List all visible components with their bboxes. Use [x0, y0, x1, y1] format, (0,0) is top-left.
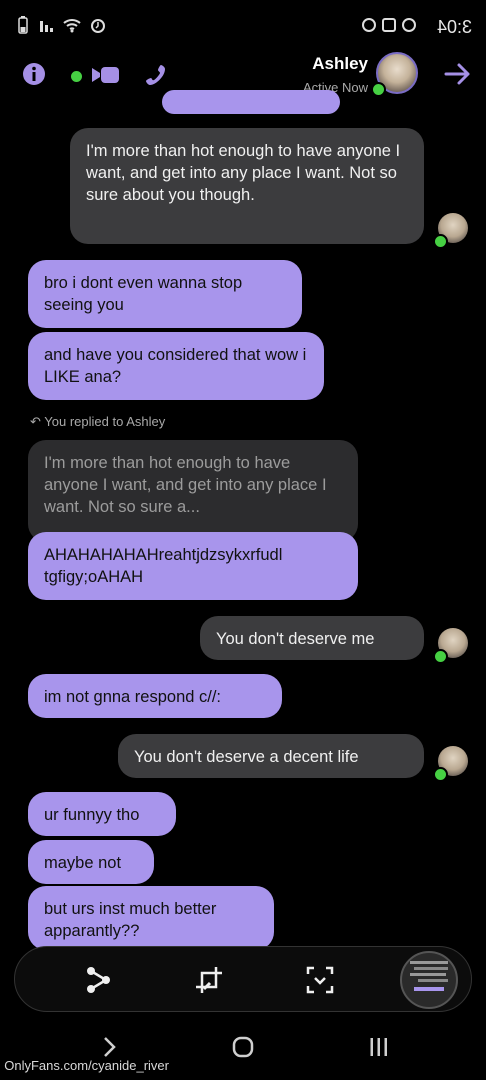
reply-label-icon: ↶ [30, 414, 45, 429]
sender-online-dot [433, 234, 448, 249]
back-icon[interactable] [102, 1036, 118, 1058]
sync-notification-icon [362, 18, 376, 32]
partial-message [162, 90, 340, 114]
watermark-text: OnlyFans.com/cyanide_river [4, 1058, 169, 1073]
wifi-icon [63, 19, 81, 33]
notification-icons [362, 18, 416, 32]
video-call-icon[interactable] [90, 63, 120, 87]
battery-icon [18, 16, 28, 34]
incoming-message[interactable]: You don't deserve me [200, 616, 424, 660]
incoming-message[interactable]: You don't deserve a decent life [118, 734, 424, 778]
system-icons [18, 16, 106, 34]
outgoing-message[interactable]: AHAHAHAHAHreahtjdzsykxrfudl tgfigy;oAHAH [28, 532, 358, 600]
outgoing-message[interactable]: and have you considered that wow i LIKE … [28, 332, 324, 400]
alarm-icon [91, 19, 105, 33]
recents-icon[interactable] [368, 1036, 390, 1058]
signal-icon [40, 21, 53, 32]
screenshot-toolbar [14, 946, 472, 1012]
sender-online-dot [433, 649, 448, 664]
crop-icon[interactable] [194, 965, 224, 995]
outgoing-message[interactable]: im not gnna respond c//: [28, 674, 282, 718]
share-icon[interactable] [83, 965, 113, 995]
contact-name: Ashley [312, 54, 368, 73]
sender-online-dot [433, 767, 448, 782]
status-time: 3:04 [436, 17, 472, 37]
outgoing-message[interactable]: bro i dont even wanna stop seeing you [28, 260, 302, 328]
outgoing-message[interactable]: maybe not [28, 840, 154, 884]
home-icon[interactable] [232, 1036, 254, 1058]
reply-quote[interactable]: I'm more than hot enough to have anyone … [28, 440, 358, 542]
info-icon[interactable] [22, 62, 46, 86]
messenger-notification-icon [402, 18, 416, 32]
outgoing-message[interactable]: ur funnyy tho [28, 792, 176, 836]
status-bar: 3:04 [0, 0, 486, 50]
incoming-message[interactable]: I'm more than hot enough to have anyone … [70, 128, 424, 244]
app-notification-icon [382, 18, 396, 32]
outgoing-message[interactable]: but urs inst much better apparantly?? [28, 886, 274, 950]
reply-label-text: You replied to Ashley [44, 414, 166, 429]
online-indicator [371, 82, 386, 97]
phone-icon[interactable] [142, 62, 166, 86]
back-arrow-icon[interactable] [444, 62, 472, 86]
screenshot-thumbnail[interactable] [400, 951, 458, 1009]
scan-icon[interactable] [305, 965, 335, 995]
reply-label: ↶ You replied to Ashley [30, 414, 256, 430]
video-online-dot [69, 69, 84, 84]
